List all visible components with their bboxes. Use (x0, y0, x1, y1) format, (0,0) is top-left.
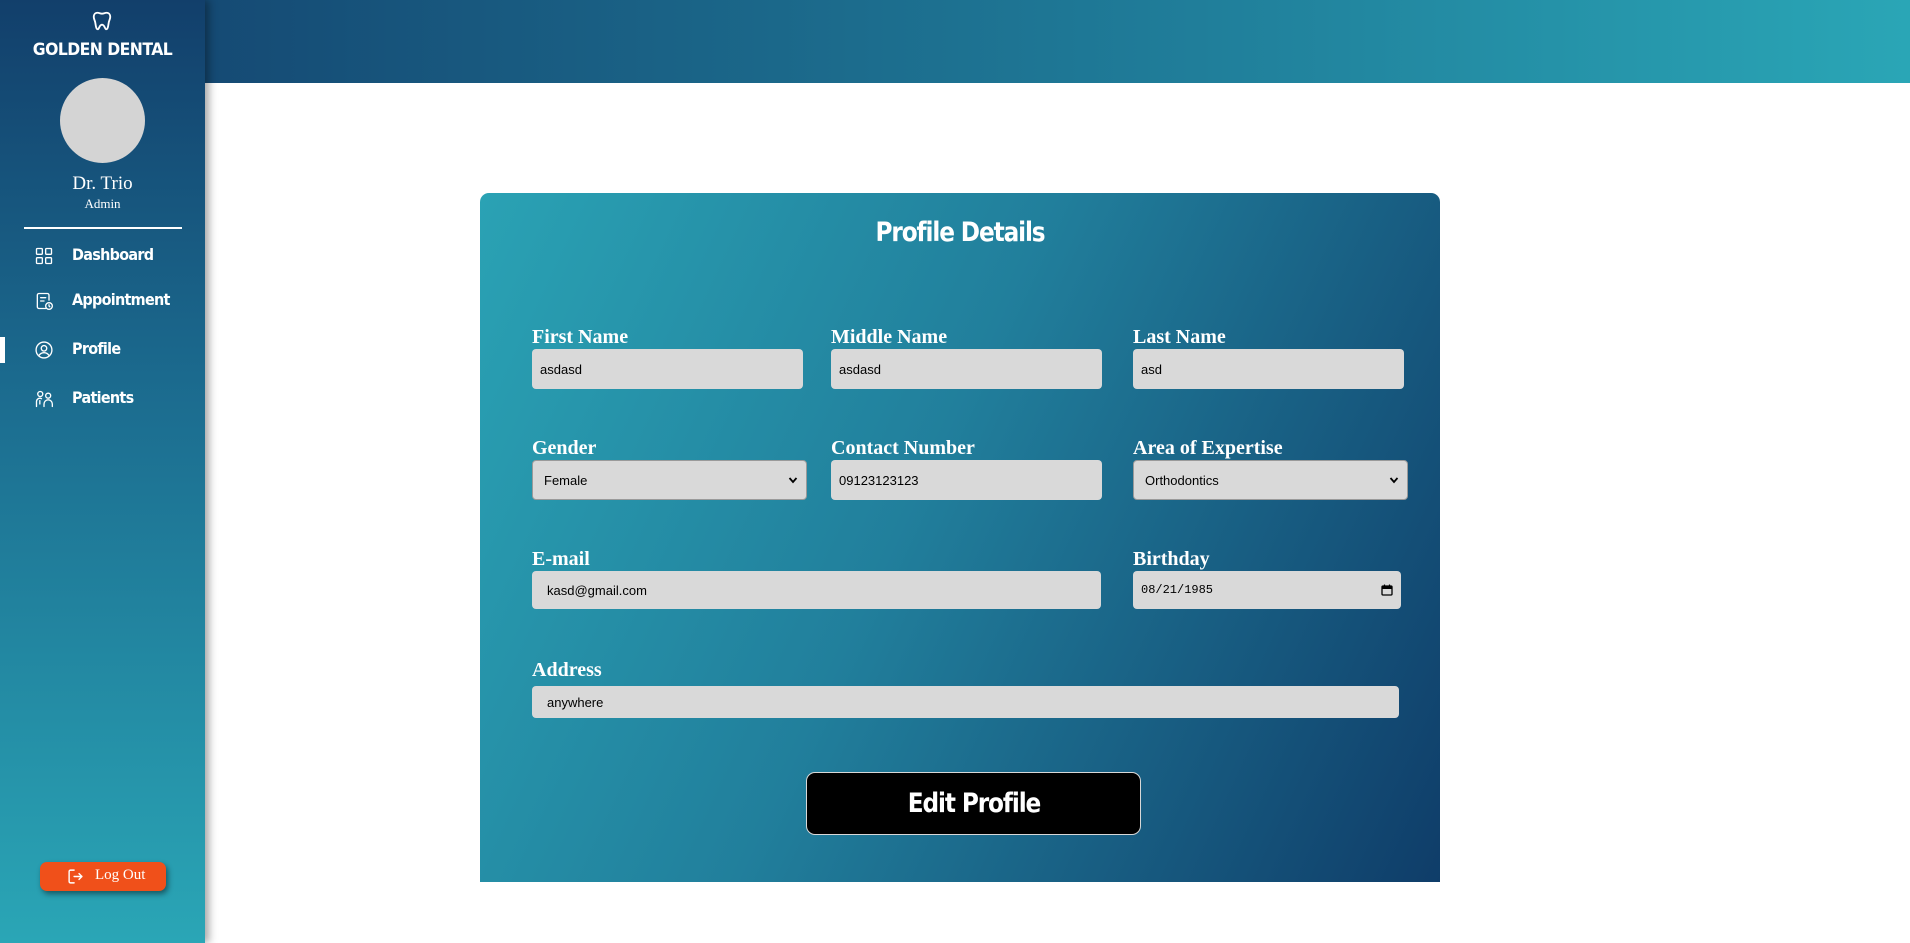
gender-value: Female (544, 472, 588, 488)
edit-profile-label: Edit Profile (907, 788, 1041, 819)
birthday-field[interactable]: 08/21/1985 (1133, 571, 1401, 609)
sidebar-item-label: Appointment (72, 290, 170, 309)
user-name: Dr. Trio (72, 173, 133, 194)
profile-card: Profile Details First Name asdasd Middle… (480, 193, 1440, 882)
sidebar-item-appointment[interactable]: Appointment (0, 283, 205, 317)
logout-button[interactable]: Log Out (40, 862, 166, 891)
page-title: Profile Details (875, 217, 1045, 248)
expertise-label: Area of Expertise (1133, 437, 1283, 459)
expertise-value: Orthodontics (1145, 472, 1219, 488)
edit-profile-button[interactable]: Edit Profile (806, 772, 1141, 835)
calendar-icon[interactable] (1381, 584, 1393, 596)
last-name-field[interactable]: asd (1133, 349, 1404, 389)
sidebar-divider (24, 227, 182, 229)
avatar (60, 78, 145, 163)
expertise-select[interactable]: Orthodontics (1133, 460, 1408, 500)
logout-label: Log Out (95, 867, 146, 883)
top-header (205, 0, 1910, 83)
sidebar-item-dashboard[interactable]: Dashboard (0, 238, 205, 272)
gender-label: Gender (532, 437, 597, 459)
address-field[interactable]: anywhere (532, 686, 1399, 718)
address-label: Address (532, 659, 602, 681)
grid-icon (35, 247, 53, 265)
middle-name-label: Middle Name (831, 326, 948, 348)
email-label: E-mail (532, 548, 590, 570)
gender-select[interactable]: Female (532, 460, 807, 500)
first-name-label: First Name (532, 326, 629, 348)
tooth-icon (92, 11, 112, 31)
calendar-clock-icon (36, 292, 53, 310)
user-circle-icon (35, 341, 53, 359)
contact-number-label: Contact Number (831, 437, 975, 459)
birthday-label: Birthday (1133, 548, 1210, 570)
last-name-label: Last Name (1133, 326, 1226, 348)
first-name-field[interactable]: asdasd (532, 349, 803, 389)
chevron-down-icon (1389, 477, 1399, 484)
user-role: Admin (84, 196, 121, 211)
birthday-value: 08/21/1985 (1141, 583, 1214, 597)
contact-number-field[interactable]: 09123123123 (831, 460, 1102, 500)
email-field[interactable]: kasd@gmail.com (532, 571, 1101, 609)
sidebar-item-label: Patients (72, 388, 134, 407)
sidebar-item-label: Profile (72, 339, 121, 358)
sidebar: GOLDEN DENTAL Dr. Trio Admin Dashboard A… (0, 0, 205, 943)
chevron-down-icon (788, 477, 798, 484)
patients-icon (35, 390, 53, 408)
logout-icon (68, 869, 83, 884)
sidebar-item-label: Dashboard (72, 245, 154, 264)
brand-name: GOLDEN DENTAL (32, 40, 173, 60)
middle-name-field[interactable]: asdasd (831, 349, 1102, 389)
sidebar-item-profile[interactable]: Profile (0, 332, 205, 366)
sidebar-item-patients[interactable]: Patients (0, 381, 205, 415)
